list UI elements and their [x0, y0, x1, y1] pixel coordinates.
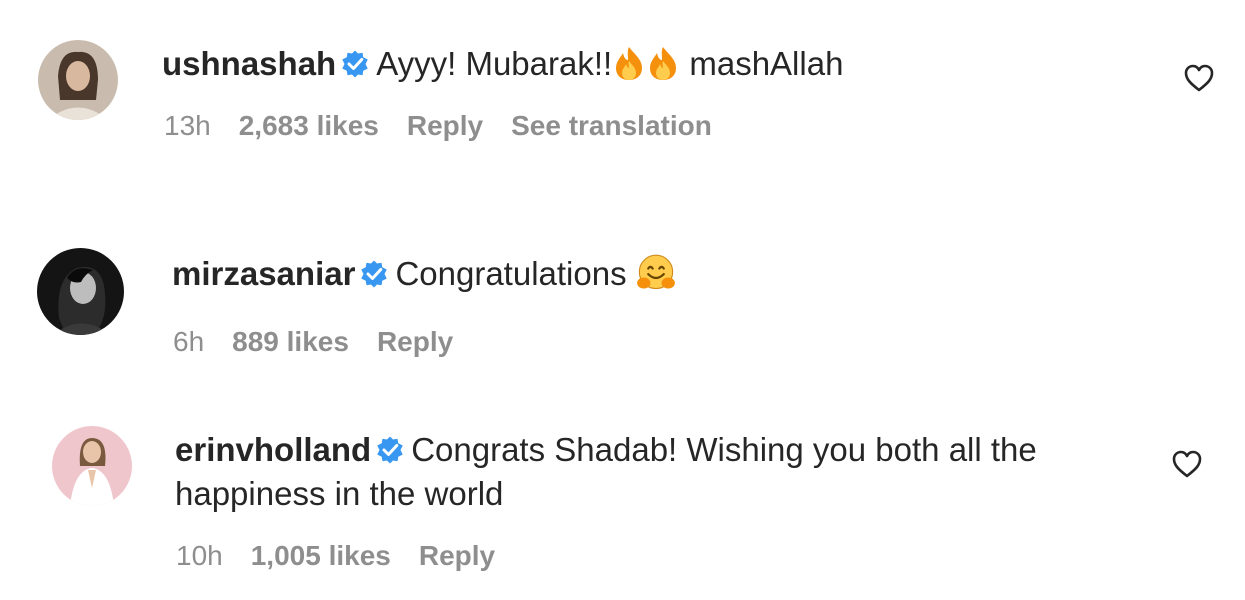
- username[interactable]: erinvholland: [175, 431, 371, 468]
- comment-text: Congratulations: [395, 255, 636, 292]
- reply-button[interactable]: Reply: [377, 326, 453, 357]
- comment-line: mirzasaniar Congratulations: [172, 252, 676, 296]
- comment-body: mirzasaniar Congratulations: [172, 252, 676, 296]
- likes-count[interactable]: 2,683 likes: [239, 110, 379, 141]
- comment-mirzasaniar: mirzasaniar Congratulations 6h 889 likes R…: [0, 230, 1245, 380]
- reply-button[interactable]: Reply: [407, 110, 483, 141]
- verified-badge-icon: [361, 260, 388, 288]
- avatar-ushnashah[interactable]: [38, 40, 118, 120]
- comment-body: erinvholland Congrats Shadab! Wishing yo…: [175, 428, 1105, 516]
- likes-count[interactable]: 889 likes: [232, 326, 349, 357]
- comment-meta: 10h 1,005 likes Reply: [176, 540, 523, 572]
- see-translation-button[interactable]: See translation: [511, 110, 712, 141]
- username[interactable]: ushnashah: [162, 45, 336, 82]
- comment-text: Ayyy! Mubarak!!: [376, 45, 613, 82]
- likes-count[interactable]: 1,005 likes: [251, 540, 391, 571]
- avatar-mirzasaniar[interactable]: [37, 248, 124, 335]
- comment-line: erinvholland Congrats Shadab! Wishing yo…: [175, 428, 1105, 516]
- comment-erinvholland: erinvholland Congrats Shadab! Wishing yo…: [0, 410, 1245, 600]
- comment-body: ushnashah Ayyy! Mubarak!! mashAllah: [162, 42, 843, 86]
- hugging-face-emoji: [636, 254, 675, 290]
- username[interactable]: mirzasaniar: [172, 255, 355, 292]
- comment-meta: 6h 889 likes Reply: [173, 326, 481, 358]
- fire-emoji: [650, 47, 677, 80]
- verified-badge-icon: [342, 50, 368, 78]
- comment-time: 10h: [176, 540, 223, 571]
- comment-ushnashah: ushnashah Ayyy! Mubarak!! mashAllah 13h 2…: [0, 0, 1245, 190]
- reply-button[interactable]: Reply: [419, 540, 495, 571]
- verified-badge-icon: [377, 436, 403, 464]
- comment-time: 6h: [173, 326, 205, 357]
- avatar-erinvholland[interactable]: [52, 426, 132, 506]
- comment-meta: 13h 2,683 likes Reply See translation: [164, 110, 740, 142]
- comment-time: 13h: [164, 110, 211, 141]
- comment-line: ushnashah Ayyy! Mubarak!! mashAllah: [162, 42, 843, 86]
- heart-outline-icon[interactable]: [1184, 64, 1214, 92]
- fire-emoji: [616, 47, 643, 80]
- heart-outline-icon[interactable]: [1172, 450, 1202, 478]
- comment-text-after: mashAllah: [680, 45, 844, 82]
